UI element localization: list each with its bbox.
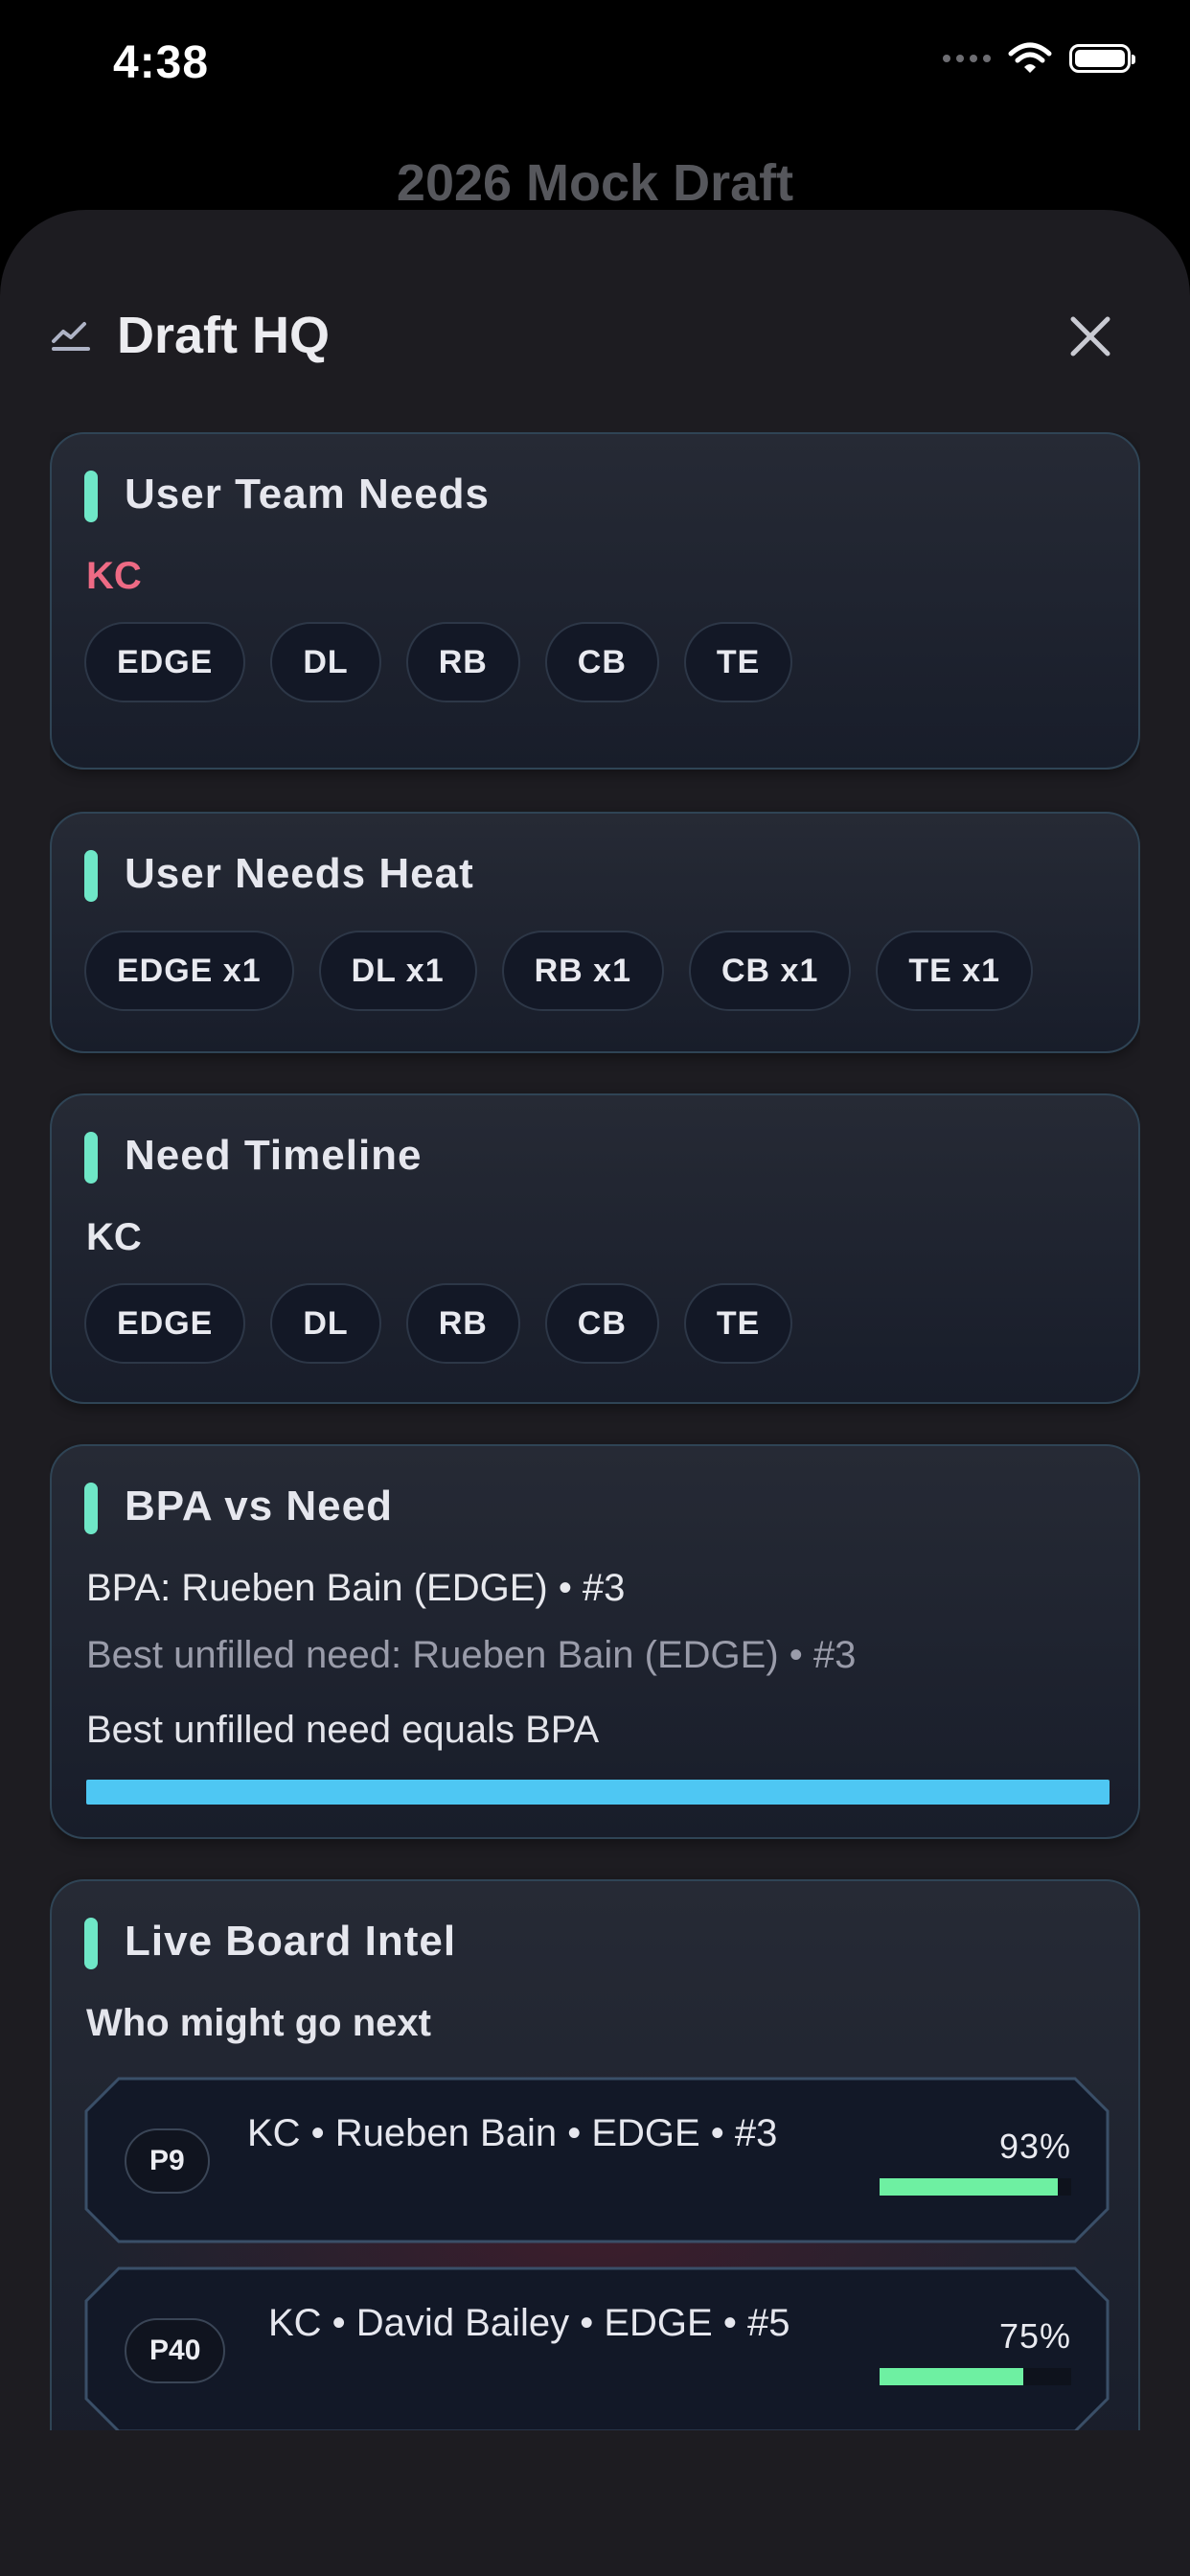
sheet-title: Draft HQ: [117, 307, 331, 364]
timeline-chip[interactable]: CB: [544, 1283, 659, 1364]
timeline-chip[interactable]: EDGE: [84, 1283, 246, 1364]
equals-line: Best unfilled need equals BPA: [86, 1709, 600, 1751]
background-page-title: 2026 Mock Draft: [396, 154, 794, 212]
user-needs-heat-card: User Needs Heat EDGE x1 DL x1 RB x1 CB x…: [50, 812, 1140, 1053]
card-subtitle: Who might go next: [86, 2002, 431, 2044]
card-accent: [84, 1132, 98, 1184]
draft-hq-sheet: Draft HQ User Team Needs KC EDGE DL RB C…: [0, 210, 1190, 2576]
status-time: 4:38: [113, 37, 210, 88]
prediction-bar-track: [880, 2178, 1071, 2196]
status-icons: [943, 42, 1135, 75]
prediction-percent: 75%: [998, 2316, 1071, 2356]
prediction-row[interactable]: P40 KC • David Bailey • EDGE • #5 75%: [84, 2266, 1110, 2430]
timeline-chip[interactable]: TE: [683, 1283, 793, 1364]
heat-chip[interactable]: CB x1: [688, 931, 852, 1011]
heat-chips: EDGE x1 DL x1 RB x1 CB x1 TE x1: [84, 931, 1034, 1011]
prediction-percent: 93%: [998, 2127, 1071, 2166]
pick-pill: P9: [125, 2128, 210, 2194]
prediction-text: KC • Rueben Bain • EDGE • #3: [247, 2112, 778, 2154]
need-chips: EDGE DL RB CB TE: [84, 622, 793, 702]
need-chip[interactable]: RB: [405, 622, 520, 702]
card-accent: [84, 1483, 98, 1534]
card-accent: [84, 850, 98, 902]
status-bar: 4:38: [0, 0, 1190, 134]
card-title: Need Timeline: [125, 1132, 423, 1179]
timeline-chip[interactable]: RB: [405, 1283, 520, 1364]
sheet-header: Draft HQ: [50, 292, 1140, 379]
user-team-needs-card: User Team Needs KC EDGE DL RB CB TE: [50, 432, 1140, 770]
chart-line-icon: [52, 322, 90, 351]
heat-chip[interactable]: DL x1: [318, 931, 477, 1011]
card-accent: [84, 471, 98, 522]
team-label: KC: [86, 555, 142, 597]
prediction-row[interactable]: P9 KC • Rueben Bain • EDGE • #3 93%: [84, 2077, 1110, 2243]
prediction-bar-fill: [880, 2368, 1023, 2385]
battery-icon: [1069, 44, 1135, 73]
signal-icon: [943, 55, 991, 62]
bpa-need-progress-bar: [86, 1780, 1110, 1805]
live-board-intel-card: Live Board Intel Who might go next P9 KC…: [50, 1879, 1140, 2430]
best-need-line: Best unfilled need: Rueben Bain (EDGE) •…: [86, 1634, 857, 1676]
wifi-icon: [1008, 42, 1052, 73]
prediction-bar-track: [880, 2368, 1071, 2385]
card-title: User Team Needs: [125, 471, 491, 518]
prediction-text: KC • David Bailey • EDGE • #5: [268, 2302, 790, 2344]
timeline-chips: EDGE DL RB CB TE: [84, 1283, 793, 1364]
need-chip[interactable]: DL: [270, 622, 381, 702]
heat-chip[interactable]: RB x1: [501, 931, 664, 1011]
card-accent: [84, 1918, 98, 1969]
timeline-chip[interactable]: DL: [270, 1283, 381, 1364]
prediction-frame: [84, 2077, 1110, 2243]
heat-chip[interactable]: EDGE x1: [84, 931, 294, 1011]
need-chip[interactable]: EDGE: [84, 622, 246, 702]
need-timeline-card: Need Timeline KC EDGE DL RB CB TE: [50, 1093, 1140, 1404]
card-title: Live Board Intel: [125, 1918, 457, 1965]
need-chip[interactable]: CB: [544, 622, 659, 702]
close-icon[interactable]: [1064, 310, 1117, 363]
card-title: BPA vs Need: [125, 1483, 393, 1530]
sheet-scroll-content[interactable]: User Team Needs KC EDGE DL RB CB TE User…: [50, 432, 1140, 2430]
heat-chip[interactable]: TE x1: [876, 931, 1034, 1011]
bpa-line: BPA: Rueben Bain (EDGE) • #3: [86, 1567, 626, 1609]
pick-pill: P40: [125, 2318, 226, 2383]
team-label: KC: [86, 1216, 142, 1258]
card-title: User Needs Heat: [125, 850, 474, 897]
need-chip[interactable]: TE: [683, 622, 793, 702]
prediction-bar-fill: [880, 2178, 1058, 2196]
bpa-vs-need-card: BPA vs Need BPA: Rueben Bain (EDGE) • #3…: [50, 1444, 1140, 1839]
